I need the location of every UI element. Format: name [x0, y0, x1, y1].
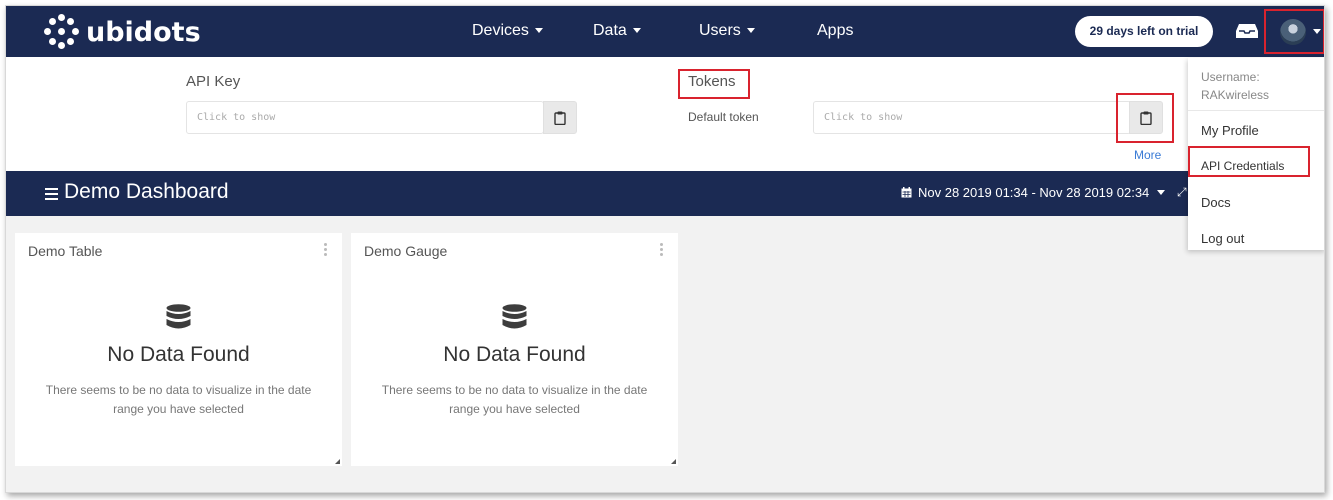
hamburger-menu-icon[interactable] — [45, 188, 58, 200]
default-token-label: Default token — [688, 110, 759, 124]
trial-badge[interactable]: 29 days left on trial — [1075, 16, 1213, 47]
chevron-down-icon — [1313, 29, 1321, 34]
app-window: ubidots Devices Data Users Apps 29 days … — [5, 5, 1325, 493]
no-data-message: There seems to be no data to visualize i… — [381, 383, 648, 416]
logo-dots-icon — [44, 14, 80, 50]
calendar-icon — [901, 187, 912, 198]
nav-devices[interactable]: Devices — [472, 22, 543, 40]
widget-title: Demo Table — [28, 243, 103, 259]
menu-item-my-profile[interactable]: My Profile — [1201, 123, 1259, 138]
copy-token-highlight — [1116, 93, 1174, 143]
user-dropdown-menu: Username: RAKwireless My Profile API Cre… — [1188, 58, 1324, 250]
chevron-down-icon — [632, 28, 641, 34]
widget-demo-gauge: Demo Gauge No Data Found There seems to … — [351, 233, 678, 466]
nav-users[interactable]: Users — [699, 22, 755, 40]
username-value: RAKwireless — [1201, 88, 1270, 102]
date-range-text: Nov 28 2019 01:34 - Nov 28 2019 02:34 — [918, 185, 1150, 200]
kebab-menu-icon[interactable] — [324, 243, 328, 257]
resize-handle-icon[interactable] — [671, 459, 676, 464]
no-data-title: No Data Found — [443, 343, 586, 366]
username-info: Username: RAKwireless — [1201, 68, 1269, 104]
default-token-field[interactable]: Click to show — [813, 101, 1131, 134]
top-navbar: ubidots Devices Data Users Apps 29 days … — [6, 6, 1324, 57]
nav-data-label: Data — [593, 22, 627, 39]
database-icon — [502, 304, 527, 329]
inbox-icon[interactable] — [1236, 23, 1258, 38]
ubidots-logo[interactable]: ubidots — [44, 14, 201, 50]
nav-data[interactable]: Data — [593, 22, 641, 40]
menu-item-api-credentials[interactable]: API Credentials — [1201, 159, 1284, 173]
widget-demo-table: Demo Table No Data Found There seems to … — [15, 233, 342, 466]
menu-item-docs[interactable]: Docs — [1201, 195, 1231, 210]
chevron-down-icon — [1157, 190, 1166, 195]
user-avatar — [1280, 19, 1306, 45]
nav-users-label: Users — [699, 22, 741, 39]
widget-title: Demo Gauge — [364, 243, 448, 259]
dashboard-title[interactable]: Demo Dashboard — [64, 180, 229, 204]
menu-item-log-out[interactable]: Log out — [1201, 231, 1244, 246]
nav-apps[interactable]: Apps — [817, 22, 853, 40]
logo-text: ubidots — [86, 16, 201, 48]
chevron-down-icon — [746, 28, 755, 34]
no-data-message: There seems to be no data to visualize i… — [45, 383, 312, 416]
fullscreen-icon[interactable]: ⤢ — [1177, 185, 1187, 200]
nav-devices-label: Devices — [472, 22, 529, 39]
chevron-down-icon — [534, 28, 543, 34]
api-credentials-panel: API Key Click to show Tokens Default tok… — [6, 57, 1324, 171]
kebab-menu-icon[interactable] — [660, 243, 664, 257]
api-key-label: API Key — [186, 73, 241, 90]
more-tokens-link[interactable]: More — [1134, 148, 1161, 162]
dashboard-header: Demo Dashboard Nov 28 2019 01:34 - Nov 2… — [6, 171, 1324, 216]
resize-handle-icon[interactable] — [335, 459, 340, 464]
clipboard-icon — [554, 111, 566, 125]
tokens-label: Tokens — [688, 73, 736, 90]
api-key-field[interactable]: Click to show — [186, 101, 544, 134]
no-data-title: No Data Found — [107, 343, 250, 366]
nav-apps-label: Apps — [817, 22, 854, 39]
date-range-picker[interactable]: Nov 28 2019 01:34 - Nov 28 2019 02:34 — [901, 185, 1166, 200]
menu-divider — [1188, 110, 1324, 111]
user-menu-toggle[interactable] — [1264, 9, 1324, 54]
database-icon — [166, 304, 191, 329]
username-label: Username: — [1201, 70, 1260, 84]
copy-api-key-button[interactable] — [543, 101, 577, 134]
